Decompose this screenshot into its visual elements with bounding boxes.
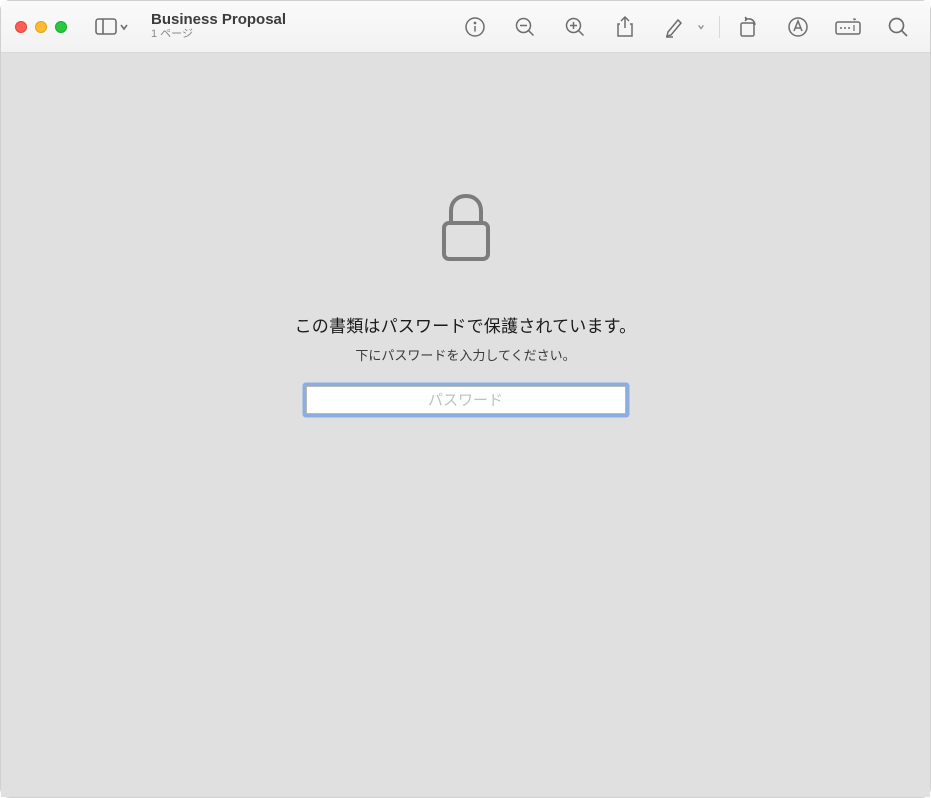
highlight-chevron-icon[interactable] (697, 18, 705, 36)
search-button[interactable] (884, 13, 912, 41)
document-title: Business Proposal (151, 12, 331, 29)
markup-icon (787, 16, 809, 38)
rotate-button[interactable] (734, 13, 762, 41)
info-button[interactable] (461, 13, 489, 41)
titlebar: Business Proposal 1 ページ (1, 1, 930, 53)
markup-button[interactable] (784, 13, 812, 41)
password-input[interactable] (306, 386, 626, 414)
zoom-in-button[interactable] (561, 13, 589, 41)
form-icon (835, 18, 861, 36)
highlight-button[interactable] (661, 13, 689, 41)
window-controls (15, 21, 67, 33)
content-area: この書類はパスワードで保護されています。 下にパスワードを入力してください。 (1, 53, 930, 797)
info-icon (464, 16, 486, 38)
close-button[interactable] (15, 21, 27, 33)
protected-heading: この書類はパスワードで保護されています。 (295, 312, 637, 337)
zoom-in-icon (564, 16, 586, 38)
zoom-button[interactable] (55, 21, 67, 33)
share-icon (615, 15, 635, 39)
sidebar-toggle-button[interactable] (89, 14, 135, 39)
chevron-down-icon (119, 22, 129, 32)
form-button[interactable] (834, 13, 862, 41)
title-block: Business Proposal 1 ページ (151, 12, 331, 42)
search-icon (887, 16, 909, 38)
toolbar-separator (719, 16, 720, 38)
rotate-icon (737, 16, 759, 38)
highlight-icon (664, 16, 686, 38)
page-count: 1 ページ (151, 28, 331, 41)
lock-icon (439, 193, 493, 268)
zoom-out-icon (514, 16, 536, 38)
protected-subheading: 下にパスワードを入力してください。 (355, 345, 575, 364)
toolbar (461, 13, 916, 41)
sidebar-icon (95, 18, 117, 35)
minimize-button[interactable] (35, 21, 47, 33)
zoom-out-button[interactable] (511, 13, 539, 41)
share-button[interactable] (611, 13, 639, 41)
